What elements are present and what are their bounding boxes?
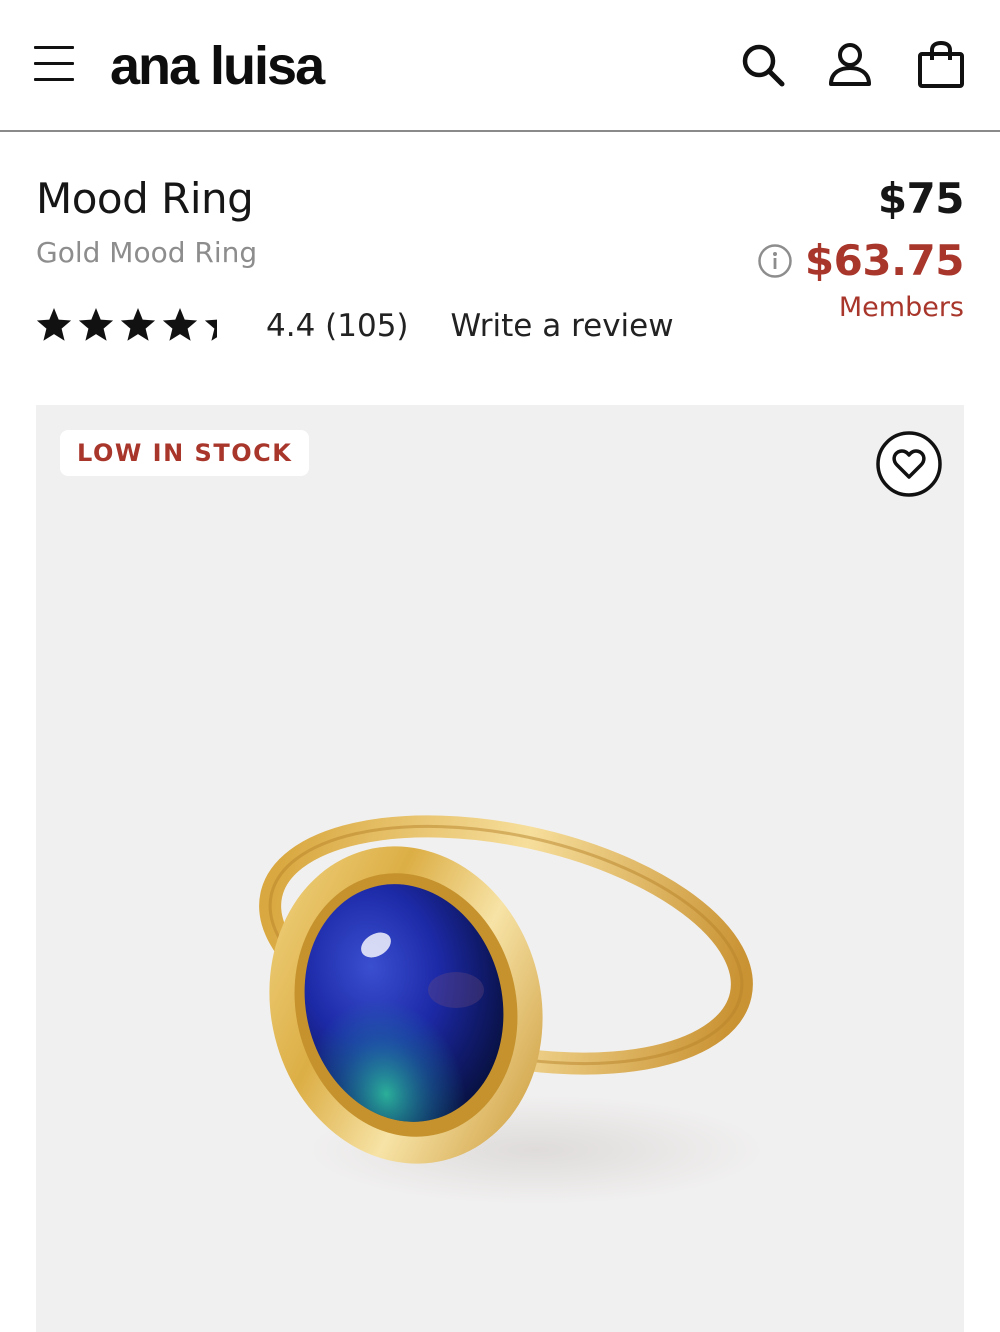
search-icon[interactable]: [738, 40, 788, 90]
low-stock-badge: LOW IN STOCK: [60, 430, 310, 476]
product-title: Mood Ring: [36, 174, 254, 223]
shopping-bag-icon[interactable]: [916, 40, 966, 90]
heart-icon[interactable]: [875, 430, 943, 498]
product-price: $75: [877, 174, 965, 223]
menu-icon[interactable]: [34, 44, 76, 84]
star-rating-icon[interactable]: [36, 306, 218, 346]
member-price: $63.75: [804, 236, 965, 285]
rating-row: 4.4 (105) Write a review: [36, 304, 674, 348]
product-subtitle: Gold Mood Ring: [36, 236, 258, 269]
brand-logo[interactable]: ana luisa: [110, 34, 325, 98]
product-image-gallery[interactable]: LOW IN STOCK: [36, 405, 964, 1332]
member-price-row: $63.75: [757, 236, 965, 285]
write-review-link[interactable]: Write a review: [451, 308, 674, 344]
info-icon[interactable]: [757, 243, 793, 279]
product-image: [259, 815, 766, 1205]
account-icon[interactable]: [825, 40, 875, 90]
rating-summary[interactable]: 4.4 (105): [266, 308, 409, 344]
members-label: Members: [838, 292, 964, 323]
site-header: ana luisa: [0, 0, 1000, 132]
